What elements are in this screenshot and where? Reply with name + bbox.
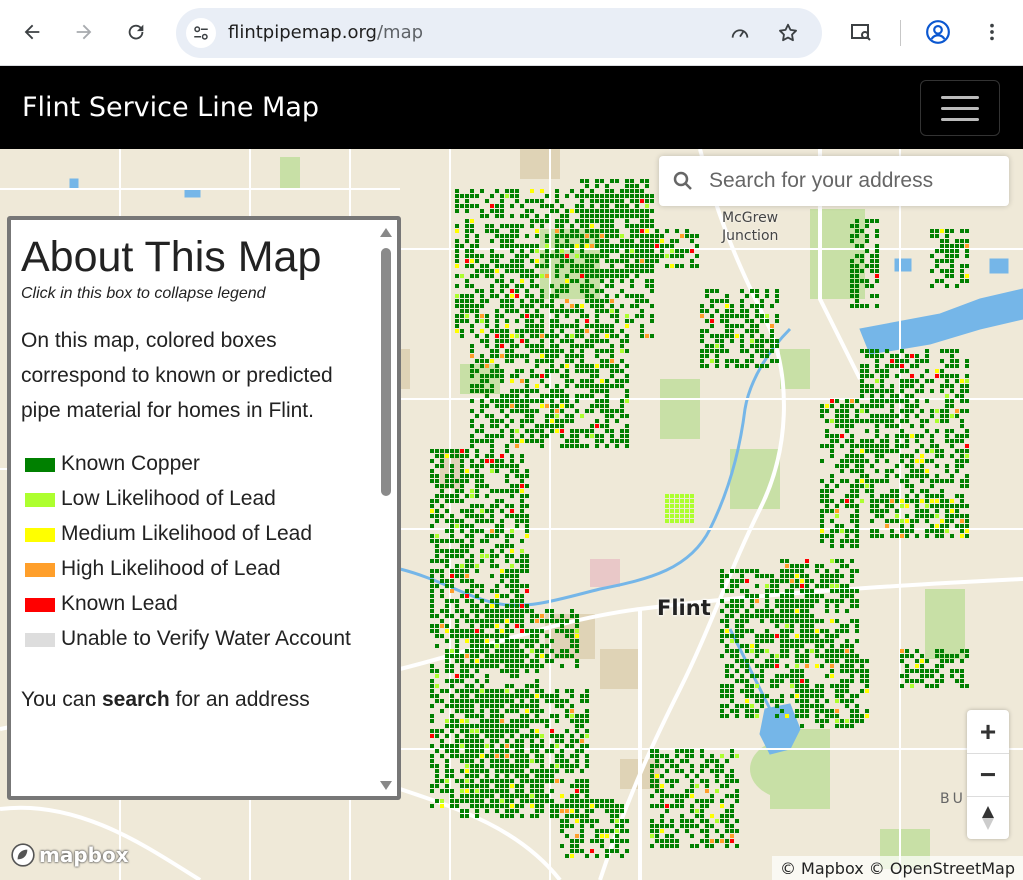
legend-scrollbar[interactable] (375, 220, 397, 796)
legend-title: About This Map (21, 233, 322, 281)
browser-toolbar: flintpipemap.org/map (0, 0, 1023, 66)
legend-item-label: Known Lead (61, 592, 178, 616)
hamburger-icon-bar (941, 95, 979, 99)
app-navbar: Flint Service Line Map (0, 66, 1023, 149)
legend-item-label: Low Likelihood of Lead (61, 487, 276, 511)
legend-collapse-hint: Click in this box to collapse legend (21, 285, 266, 303)
map-attribution[interactable]: © Mapbox © OpenStreetMap (771, 856, 1023, 880)
back-button[interactable] (14, 14, 50, 50)
legend-item: Known Lead (25, 586, 367, 621)
hospital-area (590, 559, 620, 587)
legend-item: Medium Likelihood of Lead (25, 516, 367, 551)
legend-item: Low Likelihood of Lead (25, 481, 367, 516)
legend-item-label: Known Copper (61, 452, 200, 476)
app-title[interactable]: Flint Service Line Map (22, 92, 319, 123)
legend-panel[interactable]: About This Map Click in this box to coll… (7, 216, 401, 800)
performance-icon[interactable] (728, 21, 752, 45)
legend-item-label: High Likelihood of Lead (61, 557, 281, 581)
zoom-out-button[interactable]: − (967, 753, 1009, 796)
profile-button[interactable] (920, 14, 956, 50)
compass-icon (982, 805, 994, 830)
bookmark-star-icon[interactable] (776, 21, 800, 45)
address-search[interactable] (659, 156, 1009, 206)
legend-swatch (25, 493, 55, 508)
site-info-icon[interactable] (186, 18, 216, 48)
hamburger-icon-bar (941, 117, 979, 121)
legend-swatch (25, 633, 55, 648)
place-label-buick: BU (940, 791, 966, 807)
reload-icon (128, 24, 144, 40)
scroll-up-arrow-icon[interactable] (380, 228, 392, 237)
mapbox-logo[interactable]: mapbox (10, 842, 129, 868)
legend-description: On this map, colored boxes correspond to… (21, 329, 333, 423)
legend-item: Known Copper (25, 446, 367, 481)
city-label-flint: Flint (657, 596, 711, 620)
legend-swatch (25, 598, 55, 613)
url-text[interactable]: flintpipemap.org/map (228, 22, 423, 43)
address-bar[interactable]: flintpipemap.org/map (176, 8, 822, 58)
scrollbar-thumb[interactable] (381, 248, 391, 496)
toolbar-separator (900, 20, 901, 46)
legend-item: Unable to Verify Water Account (25, 621, 367, 656)
legend-item-label: Unable to Verify Water Account (61, 627, 351, 651)
legend-swatch (25, 458, 55, 473)
map-canvas[interactable]: Flint McGrew Junction BU About This Map … (0, 149, 1023, 880)
legend-search-hint: You can search for an address (21, 688, 310, 712)
forward-button[interactable] (66, 14, 102, 50)
place-label-junction: Junction (722, 228, 779, 244)
legend-item-label: Medium Likelihood of Lead (61, 522, 312, 546)
scroll-down-arrow-icon[interactable] (380, 781, 392, 790)
map-navigation-control: + − (967, 710, 1009, 839)
mapbox-logo-icon (11, 843, 35, 867)
hamburger-icon-bar (941, 106, 979, 110)
forward-arrow-icon (76, 24, 92, 40)
zoom-in-button[interactable]: + (967, 710, 1009, 753)
tab-search-icon (851, 24, 871, 41)
legend-swatch (25, 563, 55, 578)
legend-swatch (25, 528, 55, 543)
compass-button[interactable] (967, 796, 1009, 839)
legend-item: High Likelihood of Lead (25, 551, 367, 586)
navbar-toggle-button[interactable] (920, 80, 1000, 136)
browser-menu-button[interactable] (974, 14, 1010, 50)
legend-content: About This Map Click in this box to coll… (11, 220, 377, 717)
search-input[interactable] (709, 166, 999, 196)
kebab-menu-icon (990, 23, 994, 41)
back-arrow-icon (24, 24, 40, 40)
place-label-mcgrew: McGrew (722, 210, 779, 226)
tab-search-button[interactable] (843, 14, 879, 50)
legend-list: Known Copper Low Likelihood of Lead Medi… (21, 446, 367, 656)
reload-button[interactable] (118, 14, 154, 50)
mapbox-logo-text: mapbox (39, 843, 129, 867)
search-icon (673, 171, 692, 190)
profile-icon (926, 20, 950, 44)
